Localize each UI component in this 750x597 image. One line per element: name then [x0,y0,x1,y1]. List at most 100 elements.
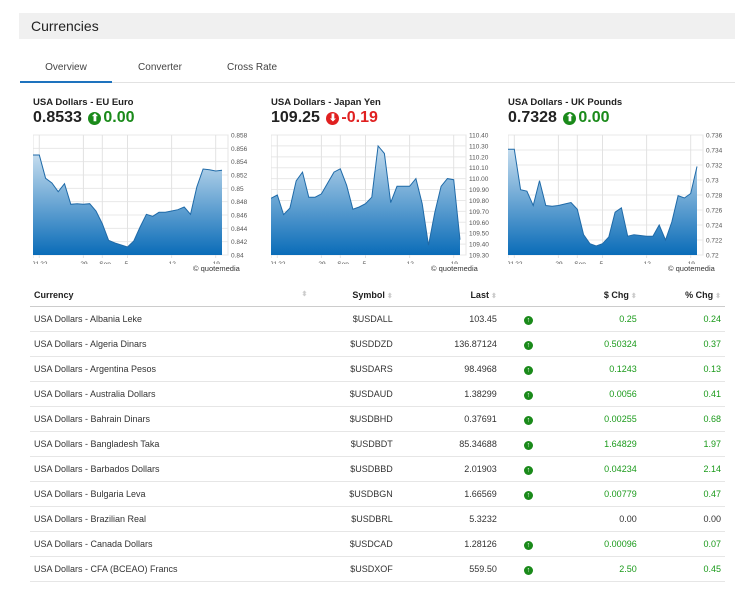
x-tick-label: 22 [278,261,286,264]
price-change: 0.00 [103,109,135,126]
table-row[interactable]: USA Dollars - Brazilian Real $USDBRL 5.3… [30,506,725,532]
chart-plot: 0.858 0.856 0.854 0.852 0.85 0.848 0.846 0.844 0… [33,133,248,264]
dollar-change: 0.04234 [556,456,641,482]
symbol: $USDARS [311,356,397,382]
direction-cell [500,506,556,532]
arrow-up-icon: ⬆ [563,112,577,125]
arrow-down-icon: ⬇ [326,112,340,125]
sort-icon[interactable]: ⬍ [491,293,497,300]
y-tick-label: 0.85 [231,186,244,193]
percent-change: 0.13 [640,356,725,382]
tab-cross-rate[interactable]: Cross Rate [206,62,298,73]
table-row[interactable]: USA Dollars - Albania Leke $USDALL 103.4… [30,306,725,332]
table-row[interactable]: USA Dollars - Argentina Pesos $USDARS 98… [30,356,725,382]
y-tick-label: 0.858 [231,133,248,140]
table-row[interactable]: USA Dollars - Barbados Dollars $USDBBD 2… [30,456,725,482]
tab-overview[interactable]: Overview [20,62,112,83]
currency-table: Currency ⬍ Symbol ⬍ Last ⬍ $ Chg ⬍ % Chg ⬍ US… [30,284,725,582]
sort-icon[interactable]: ⬍ [387,293,393,300]
col-last[interactable]: Last ⬍ [396,284,501,307]
table-row[interactable]: USA Dollars - Algeria Dinars $USDDZD 136… [30,331,725,357]
currency-name[interactable]: USA Dollars - Brazilian Real [30,506,312,532]
x-tick-label: 19 [213,261,221,264]
table-row[interactable]: USA Dollars - Bahrain Dinars $USDBHD 0.3… [30,406,725,432]
dollar-change: 0.00779 [556,481,641,507]
x-tick-label: 21 [508,261,515,264]
sort-icon[interactable]: ⬍ [301,290,307,298]
table-row[interactable]: USA Dollars - CFA (BCEAO) Francs $USDXOF… [30,556,725,582]
dollar-change: 0.00 [556,506,641,532]
x-tick-label: 19 [688,261,696,264]
y-tick-label: 0.732 [706,163,723,170]
sort-icon[interactable]: ⬍ [631,293,637,300]
y-tick-label: 110.40 [469,133,489,140]
direction-cell: ↑ [500,531,556,557]
symbol: $USDALL [311,306,397,332]
col-currency[interactable]: Currency ⬍ [30,284,312,307]
attribution: © quotemedia [193,264,240,273]
percent-change: 0.41 [640,381,725,407]
last: 0.37691 [396,406,501,432]
table-row[interactable]: USA Dollars - Canada Dollars $USDCAD 1.2… [30,531,725,557]
currency-name[interactable]: USA Dollars - Barbados Dollars [30,456,312,482]
table-row[interactable]: USA Dollars - Bangladesh Taka $USDBDT 85… [30,431,725,457]
arrow-up-icon: ↑ [523,440,533,450]
dollar-change: 0.00255 [556,406,641,432]
currency-name[interactable]: USA Dollars - Canada Dollars [30,531,312,557]
tab-bar: Overview Converter Cross Rate [20,56,735,83]
currency-name[interactable]: USA Dollars - Bahrain Dinars [30,406,312,432]
col-percent-change[interactable]: % Chg ⬍ [640,284,725,307]
currency-name[interactable]: USA Dollars - Argentina Pesos [30,356,312,382]
chart-quote: 0.8533 ⬆ 0.00 [33,109,135,127]
currency-name[interactable]: USA Dollars - Albania Leke [30,306,312,332]
dollar-change: 0.25 [556,306,641,332]
last: 559.50 [396,556,501,582]
currency-name[interactable]: USA Dollars - Bulgaria Leva [30,481,312,507]
currency-name[interactable]: USA Dollars - Australia Dollars [30,381,312,407]
x-tick-label: 19 [451,261,459,264]
direction-cell: ↑ [500,556,556,582]
dollar-change: 1.64829 [556,431,641,457]
attribution: © quotemedia [431,264,478,273]
currency-name[interactable]: USA Dollars - CFA (BCEAO) Francs [30,556,312,582]
direction-cell: ↑ [500,331,556,357]
y-tick-label: 0.726 [706,208,723,215]
percent-change: 0.37 [640,331,725,357]
y-tick-label: 0.72 [706,253,719,260]
tab-converter[interactable]: Converter [114,62,206,73]
y-tick-label: 0.734 [706,148,723,155]
chart-1: USA Dollars - Japan Yen 109.25 ⬇ -0.19 © … [271,96,511,276]
y-tick-label: 110.20 [469,154,489,161]
arrow-up-icon: ↑ [523,315,533,325]
col-symbol[interactable]: Symbol ⬍ [311,284,397,307]
percent-change: 0.24 [640,306,725,332]
y-tick-label: 109.60 [469,220,489,227]
dollar-change: 0.1243 [556,356,641,382]
arrow-up-icon: ↑ [523,490,533,500]
percent-change: 0.68 [640,406,725,432]
col-direction [500,284,556,307]
y-tick-label: 109.50 [469,231,489,238]
x-tick-label: 29 [555,261,563,264]
col-dollar-change[interactable]: $ Chg ⬍ [556,284,641,307]
currency-name[interactable]: USA Dollars - Bangladesh Taka [30,431,312,457]
percent-change: 2.14 [640,456,725,482]
percent-change: 0.07 [640,531,725,557]
y-tick-label: 109.40 [469,242,489,249]
table-row[interactable]: USA Dollars - Australia Dollars $USDAUD … [30,381,725,407]
currency-name[interactable]: USA Dollars - Algeria Dinars [30,331,312,357]
y-tick-label: 0.846 [231,213,248,220]
last: 2.01903 [396,456,501,482]
dollar-change: 0.0056 [556,381,641,407]
arrow-up-icon: ↑ [523,565,533,575]
table-row[interactable]: USA Dollars - Bulgaria Leva $USDBGN 1.66… [30,481,725,507]
chart-title: USA Dollars - EU Euro [33,97,134,108]
sort-icon[interactable]: ⬍ [715,293,721,300]
table-header-row: Currency ⬍ Symbol ⬍ Last ⬍ $ Chg ⬍ % Chg ⬍ [30,284,725,307]
x-tick-label: Sep [99,261,111,264]
y-tick-label: 0.852 [231,173,248,180]
percent-change: 1.97 [640,431,725,457]
x-tick-label: 29 [80,261,88,264]
page-title: Currencies [31,18,99,34]
symbol: $USDBGN [311,481,397,507]
